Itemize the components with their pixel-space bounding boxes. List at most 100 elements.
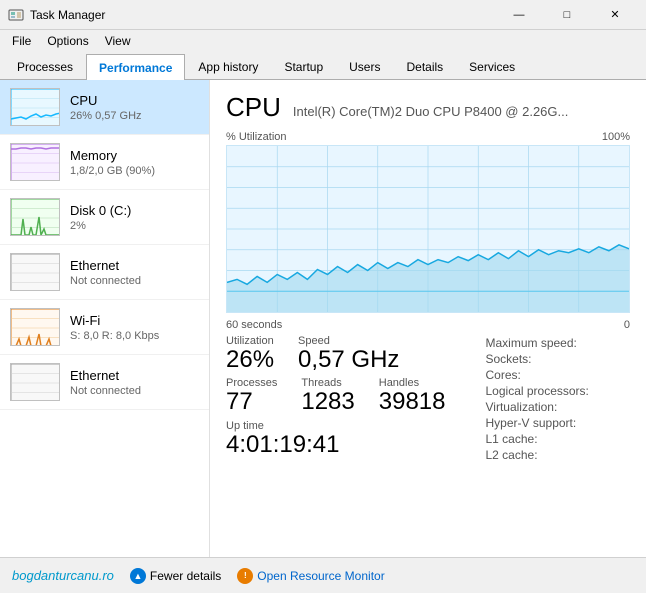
uptime-label: Up time <box>226 420 446 432</box>
ethernet2-sidebar-info: Ethernet Not connected <box>70 368 141 397</box>
menu-options[interactable]: Options <box>39 32 96 50</box>
sidebar-item-ethernet2[interactable]: Ethernet Not connected <box>0 355 209 410</box>
sockets-key: Sockets: <box>486 351 646 367</box>
cpu-label: CPU <box>70 93 142 108</box>
info-row-l2: L2 cache: 3,0 MB <box>486 447 646 463</box>
monitor-icon: ! <box>237 568 253 584</box>
tab-performance[interactable]: Performance <box>86 54 185 80</box>
sidebar-item-memory[interactable]: Memory 1,8/2,0 GB (90%) <box>0 135 209 190</box>
virt-key: Virtualization: <box>486 399 646 415</box>
tab-users[interactable]: Users <box>336 53 393 79</box>
processes-value: 77 <box>226 389 277 415</box>
utilization-value: 26% <box>226 347 274 373</box>
disk-label: Disk 0 (C:) <box>70 203 131 218</box>
uptime-stat: Up time 4:01:19:41 <box>226 420 446 458</box>
cpu-sublabel: 26% 0,57 GHz <box>70 110 142 122</box>
wifi-label: Wi-Fi <box>70 313 159 328</box>
memory-label: Memory <box>70 148 155 163</box>
threads-value: 1283 <box>301 389 354 415</box>
ethernet1-thumbnail <box>10 253 60 291</box>
sidebar-item-disk[interactable]: Disk 0 (C:) 2% <box>0 190 209 245</box>
footer: bogdanturcanu.ro ▲ Fewer details ! Open … <box>0 557 646 593</box>
chart-100-label: 100% <box>602 131 630 143</box>
handles-value: 39818 <box>379 389 446 415</box>
tab-services[interactable]: Services <box>456 53 528 79</box>
panel-subtitle: Intel(R) Core(TM)2 Duo CPU P8400 @ 2.26G… <box>293 104 568 119</box>
cores-key: Cores: <box>486 367 646 383</box>
info-row-virt: Virtualization: Disabled <box>486 399 646 415</box>
bottom-section: Utilization 26% Speed 0,57 GHz Processes… <box>226 335 630 463</box>
l1-key: L1 cache: <box>486 431 646 447</box>
chart-x-right: 0 <box>624 319 630 331</box>
cpu-panel: CPU Intel(R) Core(TM)2 Duo CPU P8400 @ 2… <box>210 80 646 557</box>
panel-title: CPU <box>226 92 281 123</box>
info-row-maxspeed: Maximum speed: 2,27 GHz <box>486 335 646 351</box>
fewer-details-icon: ▲ <box>130 568 146 584</box>
open-resource-monitor-button[interactable]: ! Open Resource Monitor <box>237 568 384 584</box>
memory-sublabel: 1,8/2,0 GB (90%) <box>70 165 155 177</box>
stats-left: Utilization 26% Speed 0,57 GHz Processes… <box>226 335 470 463</box>
stats-right: Maximum speed: 2,27 GHz Sockets: 1 Cores… <box>486 335 646 463</box>
close-button[interactable]: ✕ <box>592 0 638 30</box>
tab-app-history[interactable]: App history <box>185 53 271 79</box>
wifi-sidebar-info: Wi-Fi S: 8,0 R: 8,0 Kbps <box>70 313 159 342</box>
info-row-cores: Cores: 2 <box>486 367 646 383</box>
ethernet2-thumbnail <box>10 363 60 401</box>
info-row-hyperv: Hyper-V support: No <box>486 415 646 431</box>
menu-view[interactable]: View <box>97 32 139 50</box>
brand-text: bogdanturcanu.ro <box>12 568 114 583</box>
tab-details[interactable]: Details <box>393 53 456 79</box>
disk-sublabel: 2% <box>70 220 131 232</box>
sidebar-item-ethernet1[interactable]: Ethernet Not connected <box>0 245 209 300</box>
speed-stat: Speed 0,57 GHz <box>298 335 399 373</box>
utilization-stat: Utilization 26% <box>226 335 274 373</box>
fewer-details-label: Fewer details <box>150 569 221 583</box>
app-icon <box>8 7 24 23</box>
tab-bar: Processes Performance App history Startu… <box>0 52 646 80</box>
chart-x-left: 60 seconds <box>226 319 282 331</box>
tab-startup[interactable]: Startup <box>271 53 336 79</box>
menubar: File Options View <box>0 30 646 52</box>
tab-processes[interactable]: Processes <box>4 53 86 79</box>
info-row-l1: L1 cache: 128 KB <box>486 431 646 447</box>
wifi-sublabel: S: 8,0 R: 8,0 Kbps <box>70 330 159 342</box>
window-controls: — □ ✕ <box>496 0 638 30</box>
info-row-logical: Logical processors: 2 <box>486 383 646 399</box>
info-row-sockets: Sockets: 1 <box>486 351 646 367</box>
sidebar-item-wifi[interactable]: Wi-Fi S: 8,0 R: 8,0 Kbps <box>0 300 209 355</box>
uptime-value: 4:01:19:41 <box>226 432 446 458</box>
chart-y-label: % Utilization <box>226 131 287 143</box>
hyperv-key: Hyper-V support: <box>486 415 646 431</box>
open-monitor-label: Open Resource Monitor <box>257 569 384 583</box>
ethernet1-label: Ethernet <box>70 258 141 273</box>
ethernet1-sublabel: Not connected <box>70 275 141 287</box>
fewer-details-button[interactable]: ▲ Fewer details <box>130 568 221 584</box>
memory-sidebar-info: Memory 1,8/2,0 GB (90%) <box>70 148 155 177</box>
l2-key: L2 cache: <box>486 447 646 463</box>
ethernet2-sublabel: Not connected <box>70 385 141 397</box>
minimize-button[interactable]: — <box>496 0 542 30</box>
memory-thumbnail <box>10 143 60 181</box>
cpu-chart <box>226 145 630 313</box>
panel-title-row: CPU Intel(R) Core(TM)2 Duo CPU P8400 @ 2… <box>226 92 630 123</box>
logical-key: Logical processors: <box>486 383 646 399</box>
cpu-thumbnail <box>10 88 60 126</box>
disk-thumbnail <box>10 198 60 236</box>
disk-sidebar-info: Disk 0 (C:) 2% <box>70 203 131 232</box>
ethernet1-sidebar-info: Ethernet Not connected <box>70 258 141 287</box>
main-content: CPU 26% 0,57 GHz Memory 1,8/2,0 GB (9 <box>0 80 646 557</box>
processes-stat: Processes 77 <box>226 377 277 415</box>
sidebar-item-cpu[interactable]: CPU 26% 0,57 GHz <box>0 80 209 135</box>
max-speed-key: Maximum speed: <box>486 335 646 351</box>
ethernet2-label: Ethernet <box>70 368 141 383</box>
sidebar: CPU 26% 0,57 GHz Memory 1,8/2,0 GB (9 <box>0 80 210 557</box>
speed-value: 0,57 GHz <box>298 347 399 373</box>
menu-file[interactable]: File <box>4 32 39 50</box>
cpu-sidebar-info: CPU 26% 0,57 GHz <box>70 93 142 122</box>
threads-stat: Threads 1283 <box>301 377 354 415</box>
wifi-thumbnail <box>10 308 60 346</box>
maximize-button[interactable]: □ <box>544 0 590 30</box>
handles-stat: Handles 39818 <box>379 377 446 415</box>
titlebar: Task Manager — □ ✕ <box>0 0 646 30</box>
window-title: Task Manager <box>30 8 496 22</box>
